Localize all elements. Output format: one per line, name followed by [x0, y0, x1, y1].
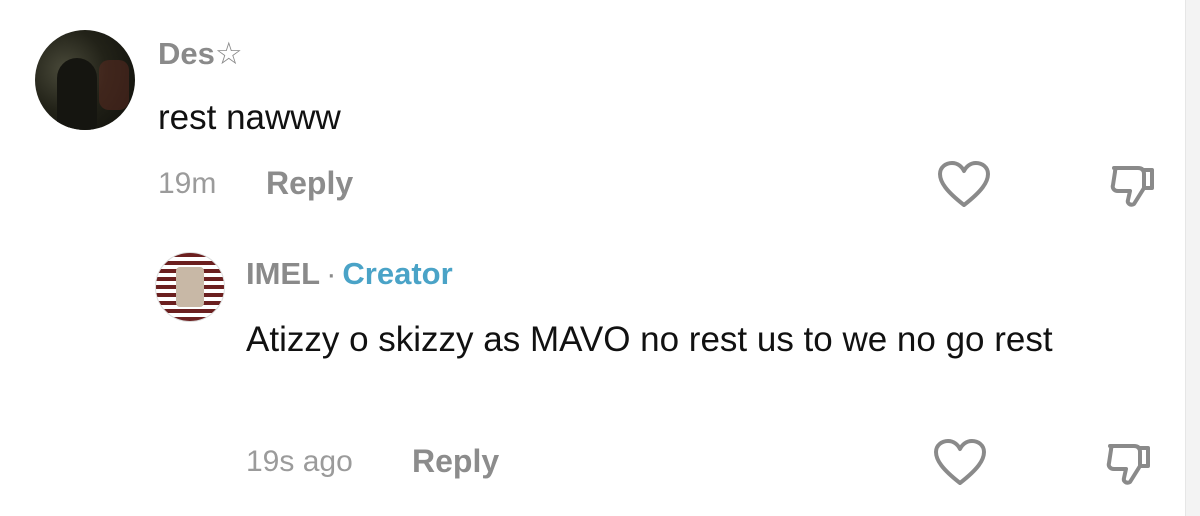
reply-time: 19s ago [246, 445, 353, 478]
heart-icon[interactable] [932, 438, 988, 488]
separator-dot: · [326, 256, 337, 291]
avatar-imel[interactable] [155, 252, 225, 322]
avatar-des[interactable] [35, 30, 135, 130]
username-star-icon: ☆ [214, 36, 243, 71]
comment-time: 19m [158, 167, 217, 200]
avatar-emblem [176, 267, 204, 307]
reply-username-text: IMEL [246, 256, 321, 291]
avatar-figure [57, 58, 97, 130]
username-text: Des [158, 36, 215, 71]
creator-badge: Creator [342, 256, 453, 291]
scrollbar[interactable] [1185, 0, 1200, 516]
comments-panel: Des☆ rest nawww 19m Reply IMEL · Creator A… [0, 0, 1200, 516]
reply-button[interactable]: Reply [266, 165, 353, 202]
thumbs-down-icon[interactable] [1104, 438, 1154, 488]
comment-username[interactable]: Des☆ [158, 36, 243, 72]
reply-username[interactable]: IMEL · Creator [246, 256, 453, 292]
heart-icon[interactable] [936, 160, 992, 210]
thumbs-down-icon[interactable] [1108, 160, 1158, 210]
reply-button[interactable]: Reply [412, 443, 499, 480]
comment-text: rest nawww [158, 98, 341, 137]
reply-text: Atizzy o skizzy as MAVO no rest us to we… [246, 320, 1053, 359]
avatar-background-light [99, 60, 129, 110]
